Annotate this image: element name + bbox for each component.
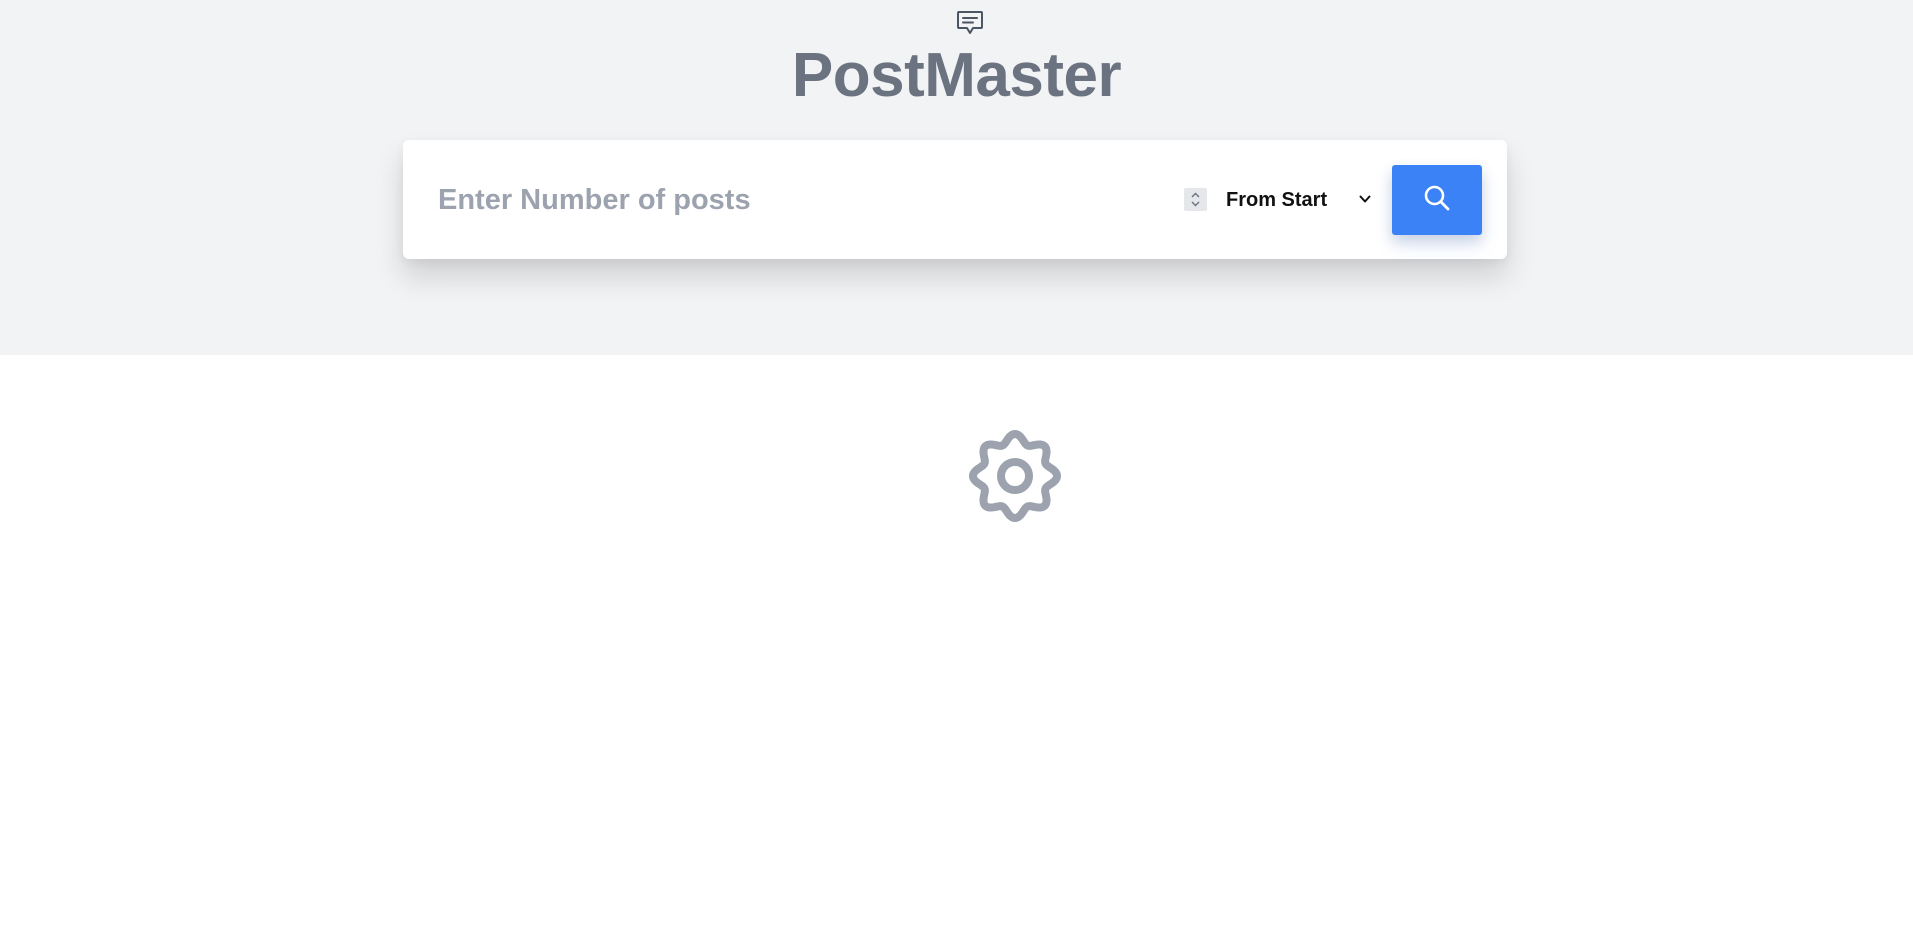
gear-icon — [963, 424, 1067, 528]
number-stepper[interactable] — [1184, 188, 1207, 211]
chevron-down-icon — [1358, 192, 1372, 206]
search-icon — [1422, 183, 1452, 218]
header: PostMaster From Start — [0, 0, 1913, 355]
order-select[interactable]: From Start — [1218, 178, 1378, 222]
order-select-value: From Start — [1226, 188, 1328, 211]
chat-bubble-icon — [956, 10, 984, 36]
search-button[interactable] — [1392, 165, 1482, 235]
number-of-posts-input[interactable] — [433, 170, 1308, 230]
search-card: From Start — [403, 140, 1507, 259]
page-title: PostMaster — [791, 41, 1122, 110]
